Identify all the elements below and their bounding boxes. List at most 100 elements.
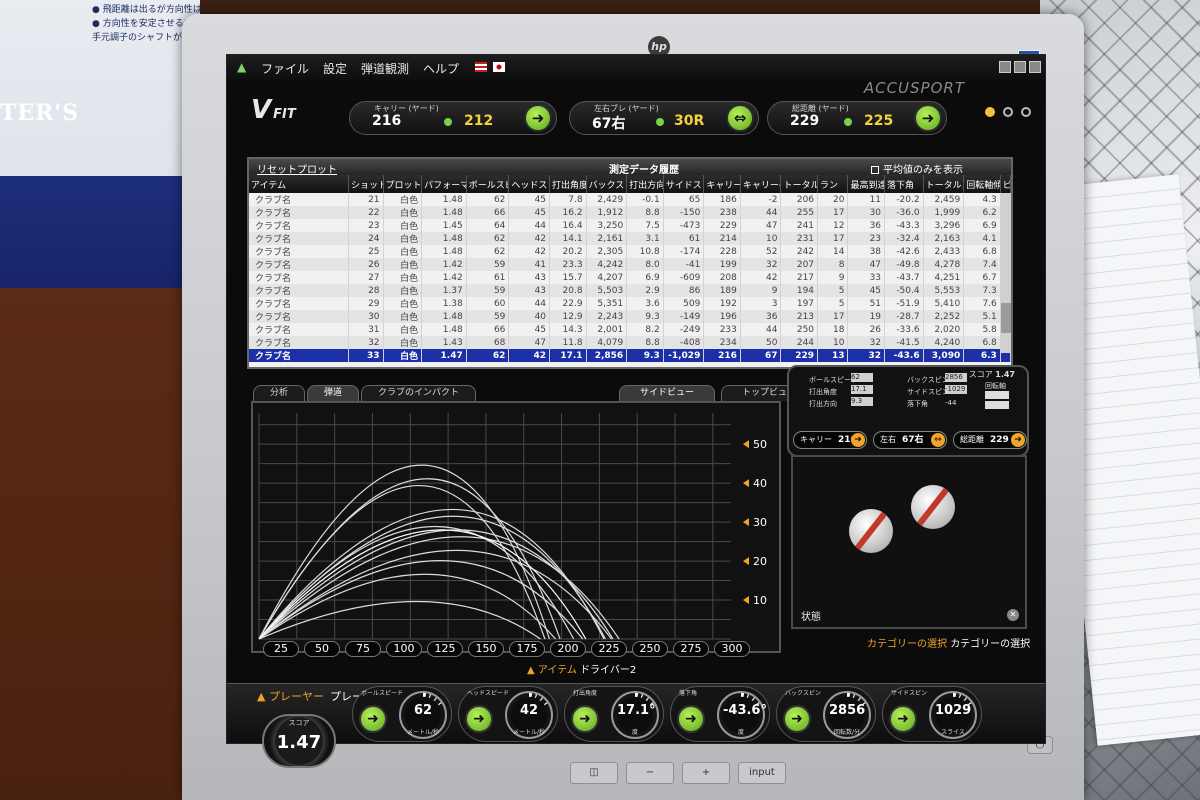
menu-trajectory[interactable]: 弾道観測 xyxy=(361,60,409,77)
table-cell: 1.45 xyxy=(421,219,467,232)
table-row[interactable]: クラブ名 23 白色 1.45 64 44 16.4 3,250 7.5 -473 229 47 241… xyxy=(249,219,1012,232)
readout-value: 229 xyxy=(990,435,1009,445)
column-header[interactable]: パフォーマンス xyxy=(421,175,467,193)
table-cell: 25 xyxy=(348,245,384,258)
table-cell: 1.48 xyxy=(421,206,467,219)
table-row[interactable]: クラブ名 33 白色 1.47 62 42 17.1 2,856 9.3 -1,029 216 67 2… xyxy=(249,349,1012,362)
column-header[interactable]: バックスピン xyxy=(586,175,628,193)
column-header[interactable]: トータル xyxy=(780,175,819,193)
language-flags[interactable] xyxy=(473,61,505,75)
arrow-icon[interactable]: ⇔ xyxy=(931,433,945,447)
column-header[interactable]: ヘッドスピード xyxy=(508,175,551,193)
column-header[interactable]: ラン xyxy=(817,175,849,193)
background-poster: ● 飛距離は出るが方向性は... ● 方向性を安定させるため... 手元調子のシ… xyxy=(0,0,210,800)
osd-minus-button[interactable]: − xyxy=(626,762,674,784)
table-cell: 44 xyxy=(740,206,782,219)
osd-menu-button[interactable]: ◫ xyxy=(570,762,618,784)
table-row[interactable]: クラブ名 30 白色 1.48 59 40 12.9 2,243 9.3 -149 196 36 213… xyxy=(249,310,1012,323)
table-row[interactable]: クラブ名 28 白色 1.37 59 43 20.8 5,503 2.9 86 189 9 194 5 45… xyxy=(249,284,1012,297)
lateral-arrow-button[interactable]: ⇔ xyxy=(726,104,754,132)
indicator-dot-icon[interactable] xyxy=(985,107,995,117)
column-header[interactable]: トータルスピン xyxy=(923,175,965,193)
table-scrollbar[interactable] xyxy=(1001,193,1011,353)
column-header[interactable]: ピラ xyxy=(1000,175,1012,193)
tab-side-view[interactable]: サイドビュー xyxy=(619,385,716,401)
column-header[interactable]: キャリーの左右ブレ xyxy=(740,175,782,193)
arrow-icon[interactable]: ➜ xyxy=(1011,433,1025,447)
indicator-dot-icon[interactable] xyxy=(1021,107,1031,117)
table-cell: 1.48 xyxy=(421,323,467,336)
table-row[interactable]: クラブ名 21 白色 1.48 62 45 7.8 2,429 -0.1 65 186 -2 206 20… xyxy=(249,193,1012,206)
table-row[interactable]: クラブ名 24 白色 1.48 62 42 14.1 2,161 3.1 61 214 10 231 17… xyxy=(249,232,1012,245)
menu-settings[interactable]: 設定 xyxy=(323,60,347,77)
table-row[interactable]: クラブ名 29 白色 1.38 60 44 22.9 5,351 3.6 509 192 3 197 5 5… xyxy=(249,297,1012,310)
osd-plus-button[interactable]: + xyxy=(682,762,730,784)
item-selector[interactable]: ▲ アイテム ドライバー2 xyxy=(527,661,636,676)
category-label[interactable]: カテゴリーの選択 xyxy=(867,639,947,650)
table-row[interactable]: クラブ名 32 白色 1.43 68 47 11.8 4,079 8.8 -408 234 50 244… xyxy=(249,336,1012,349)
scrollbar-thumb[interactable] xyxy=(1001,303,1011,333)
osd-input-button[interactable]: input xyxy=(738,762,786,784)
category-value[interactable]: カテゴリーの選択 xyxy=(950,639,1030,650)
table-cell: 238 xyxy=(703,206,741,219)
reset-plot-link[interactable]: リセットプロット xyxy=(257,161,337,176)
close-icon[interactable]: ✕ xyxy=(1007,609,1019,621)
table-row[interactable]: クラブ名 22 白色 1.48 66 45 16.2 1,912 8.8 -150 238 44 255… xyxy=(249,206,1012,219)
gauge-arrow-button[interactable]: ➜ xyxy=(571,705,599,733)
axis-option-button[interactable] xyxy=(985,401,1009,409)
column-header[interactable]: キャリー xyxy=(703,175,741,193)
tab-trajectory[interactable]: 弾道 xyxy=(307,385,360,401)
column-header[interactable]: 回転軸傾き xyxy=(963,175,1001,193)
tick-arrow-icon xyxy=(743,596,749,605)
view-indicator[interactable] xyxy=(985,107,1031,117)
item-value[interactable]: ドライバー2 xyxy=(580,665,636,676)
category-selector[interactable]: カテゴリーの選択 カテゴリーの選択 xyxy=(867,635,1030,650)
table-cell: 7.8 xyxy=(549,193,587,206)
table-row[interactable]: クラブ名 25 白色 1.48 62 42 20.2 2,305 10.8 -174 228 52 24… xyxy=(249,245,1012,258)
average-only-checkbox[interactable]: 平均値のみを表示 xyxy=(871,161,963,176)
axis-option-button[interactable] xyxy=(985,391,1009,399)
lateral-readout: 左右 67右 ⇔ xyxy=(873,431,947,449)
table-row[interactable]: クラブ名 27 白色 1.42 61 43 15.7 4,207 6.9 -609 208 42 217… xyxy=(249,271,1012,284)
us-flag-icon[interactable] xyxy=(475,62,488,72)
table-cell: 8 xyxy=(817,258,849,271)
column-header[interactable]: ボールスピード xyxy=(466,175,510,193)
table-row[interactable]: クラブ名 31 白色 1.48 66 45 14.3 2,001 8.2 -249 233 44 250… xyxy=(249,323,1012,336)
indicator-dot-icon[interactable] xyxy=(1003,107,1013,117)
arrow-icon[interactable]: ➜ xyxy=(851,433,865,447)
gauge-arrow-button[interactable]: ➜ xyxy=(677,705,705,733)
table-cell: 6.8 xyxy=(963,336,1001,349)
gauge-arrow-button[interactable]: ➜ xyxy=(359,705,387,733)
gauge-arrow-button[interactable]: ➜ xyxy=(465,705,493,733)
column-header[interactable]: 最高到達点 xyxy=(847,175,886,193)
column-header[interactable]: アイテム xyxy=(249,175,349,193)
table-cell: 244 xyxy=(780,336,819,349)
total-arrow-button[interactable]: ➜ xyxy=(914,104,942,132)
menu-file[interactable]: ファイル xyxy=(261,60,309,77)
column-header[interactable]: 打出方向 xyxy=(626,175,664,193)
japan-flag-icon[interactable] xyxy=(492,62,505,72)
close-icon[interactable] xyxy=(1029,61,1041,73)
column-header[interactable]: サイドスピン xyxy=(663,175,705,193)
table-row[interactable]: クラブ名 26 白色 1.42 59 41 23.3 4,242 8.0 -41 199 32 207 8… xyxy=(249,258,1012,271)
column-header[interactable]: 落下角 xyxy=(884,175,924,193)
table-cell: 10 xyxy=(817,336,849,349)
column-header[interactable]: 打出角度 xyxy=(549,175,587,193)
column-header[interactable]: ショット xyxy=(348,175,384,193)
table-cell: 30 xyxy=(847,206,886,219)
column-header[interactable]: プロット xyxy=(383,175,423,193)
maximize-icon[interactable] xyxy=(1014,61,1026,73)
gauge-arrow-button[interactable]: ➜ xyxy=(783,705,811,733)
menu-help[interactable]: ヘルプ xyxy=(423,60,459,77)
minimize-icon[interactable] xyxy=(999,61,1011,73)
table-cell: 62 xyxy=(466,245,510,258)
readout-label: 総距離 xyxy=(960,435,984,444)
checkbox-icon[interactable] xyxy=(871,166,879,174)
gauge-arrow-button[interactable]: ➜ xyxy=(889,705,917,733)
tab-club-impact[interactable]: クラブのインパクト xyxy=(361,385,477,401)
tab-analysis[interactable]: 分析 xyxy=(253,385,306,401)
table-cell: 2,161 xyxy=(586,232,628,245)
table-cell: 1.47 xyxy=(421,349,467,362)
table-cell: 42 xyxy=(740,271,782,284)
carry-arrow-button[interactable]: ➜ xyxy=(524,104,552,132)
